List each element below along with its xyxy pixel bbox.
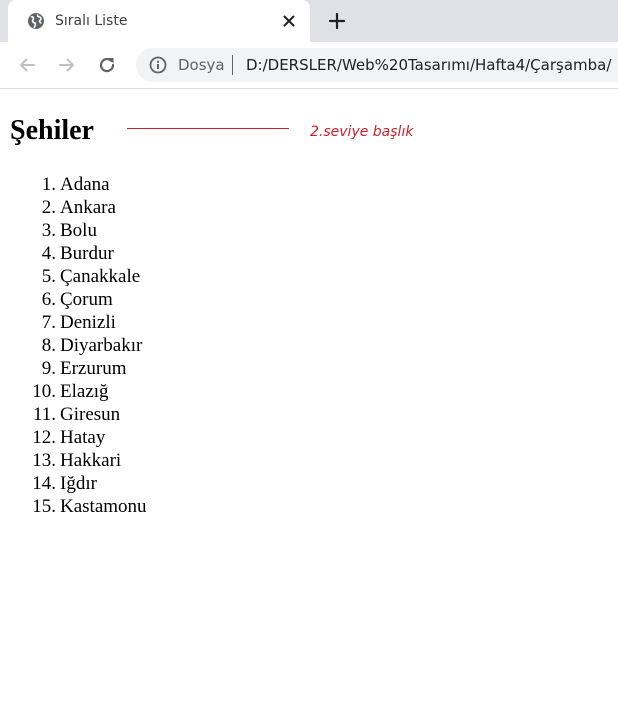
address-bar[interactable]: Dosya D:/DERSLER/Web%20Tasarımı/Hafta4/Ç…	[136, 48, 618, 82]
security-label[interactable]: Dosya	[178, 56, 225, 74]
list-item-label: Elazığ	[60, 381, 109, 402]
list-item-number: 9.	[41, 358, 56, 379]
globe-icon	[27, 12, 45, 30]
url-text[interactable]: D:/DERSLER/Web%20Tasarımı/Hafta4/Çarşamb…	[246, 56, 611, 74]
plus-icon[interactable]	[324, 8, 350, 34]
list-item-number: 11.	[32, 404, 56, 425]
page-heading: Şehiler	[10, 115, 94, 146]
annotation-label: 2.seviye başlık	[310, 124, 414, 140]
list-item-label: Ankara	[60, 197, 116, 218]
list-item-label: Bolu	[60, 220, 97, 241]
browser-toolbar: Dosya D:/DERSLER/Web%20Tasarımı/Hafta4/Ç…	[0, 42, 618, 89]
list-item-label: Giresun	[60, 404, 121, 425]
list-item-label: Çorum	[60, 289, 113, 310]
reload-icon[interactable]	[95, 53, 119, 77]
list-item-number: 6.	[41, 289, 56, 310]
tab-title: Sıralı Liste	[55, 13, 128, 29]
list-item-number: 4.	[41, 243, 56, 264]
list-item-number: 2.	[41, 197, 56, 218]
list-item-label: Diyarbakır	[60, 335, 143, 356]
list-item-label: Burdur	[60, 243, 114, 264]
list-item-label: Kastamonu	[60, 496, 147, 517]
info-icon[interactable]	[149, 56, 167, 74]
omnibox-separator	[232, 55, 233, 75]
list-item-number: 1.	[41, 174, 56, 195]
list-item-label: Iğdır	[60, 473, 97, 494]
page-content: Şehiler 2.seviye başlık 1. Adana 2. Ankara…	[0, 89, 618, 716]
tab-strip: Sıralı Liste	[0, 0, 618, 42]
list-item-label: Hakkari	[60, 450, 122, 471]
annotation-line	[127, 128, 289, 129]
list-item-number: 10.	[32, 381, 56, 402]
list-item-number: 15.	[32, 496, 56, 517]
list-item-label: Erzurum	[60, 358, 127, 379]
list-item-label: Denizli	[60, 312, 116, 333]
arrow-left-icon[interactable]	[15, 53, 39, 77]
list-item-number: 3.	[41, 220, 56, 241]
list-item-number: 14.	[32, 473, 56, 494]
list-item-label: Hatay	[60, 427, 106, 448]
list-item-label: Çanakkale	[60, 266, 141, 287]
close-icon[interactable]	[280, 12, 298, 30]
list-item-number: 8.	[41, 335, 56, 356]
list-item-number: 5.	[41, 266, 56, 287]
tab-active[interactable]: Sıralı Liste	[8, 0, 310, 42]
list-item-number: 12.	[32, 427, 56, 448]
arrow-right-icon[interactable]	[55, 53, 79, 77]
list-item-number: 7.	[41, 312, 56, 333]
list-item-label: Adana	[60, 174, 110, 195]
list-item-number: 13.	[32, 450, 56, 471]
